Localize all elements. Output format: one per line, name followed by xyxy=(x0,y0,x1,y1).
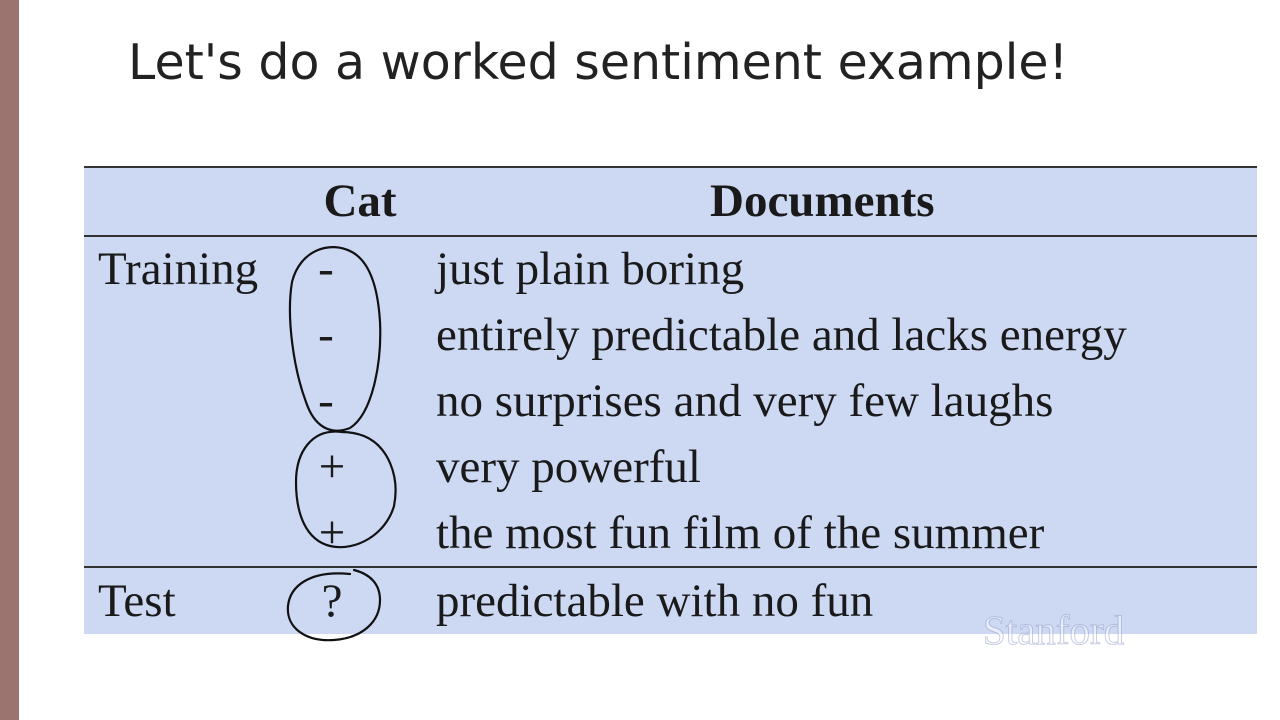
left-accent-bar xyxy=(0,0,19,720)
table-row-3-cat: + xyxy=(318,441,346,493)
table-row-4-cat: + xyxy=(318,507,346,559)
slide-title: Let's do a worked sentiment example! xyxy=(128,34,1069,91)
table-row-2-cat: - xyxy=(318,375,334,427)
stanford-watermark: Stanford xyxy=(982,607,1125,653)
table-top-rule xyxy=(84,166,1257,168)
table-row-0-set: Training xyxy=(98,243,259,295)
table-row-2-doc: no surprises and very few laughs xyxy=(436,375,1054,427)
table-row-0-doc: just plain boring xyxy=(436,243,745,295)
table-header-rule xyxy=(84,235,1257,237)
table-row-5-cat: ? xyxy=(321,575,343,627)
header-documents: Documents xyxy=(710,175,935,227)
table-row-4-doc: the most fun film of the summer xyxy=(436,507,1045,559)
table-test-rule xyxy=(84,566,1257,568)
table-row-5-set: Test xyxy=(98,575,176,627)
table-row-0-cat: - xyxy=(318,243,334,295)
table-row-3-doc: very powerful xyxy=(436,441,701,493)
table-row-5-doc: predictable with no fun xyxy=(436,575,874,627)
table-row-1-doc: entirely predictable and lacks energy xyxy=(436,309,1127,361)
table-row-1-cat: - xyxy=(318,309,334,361)
header-cat: Cat xyxy=(323,175,397,227)
